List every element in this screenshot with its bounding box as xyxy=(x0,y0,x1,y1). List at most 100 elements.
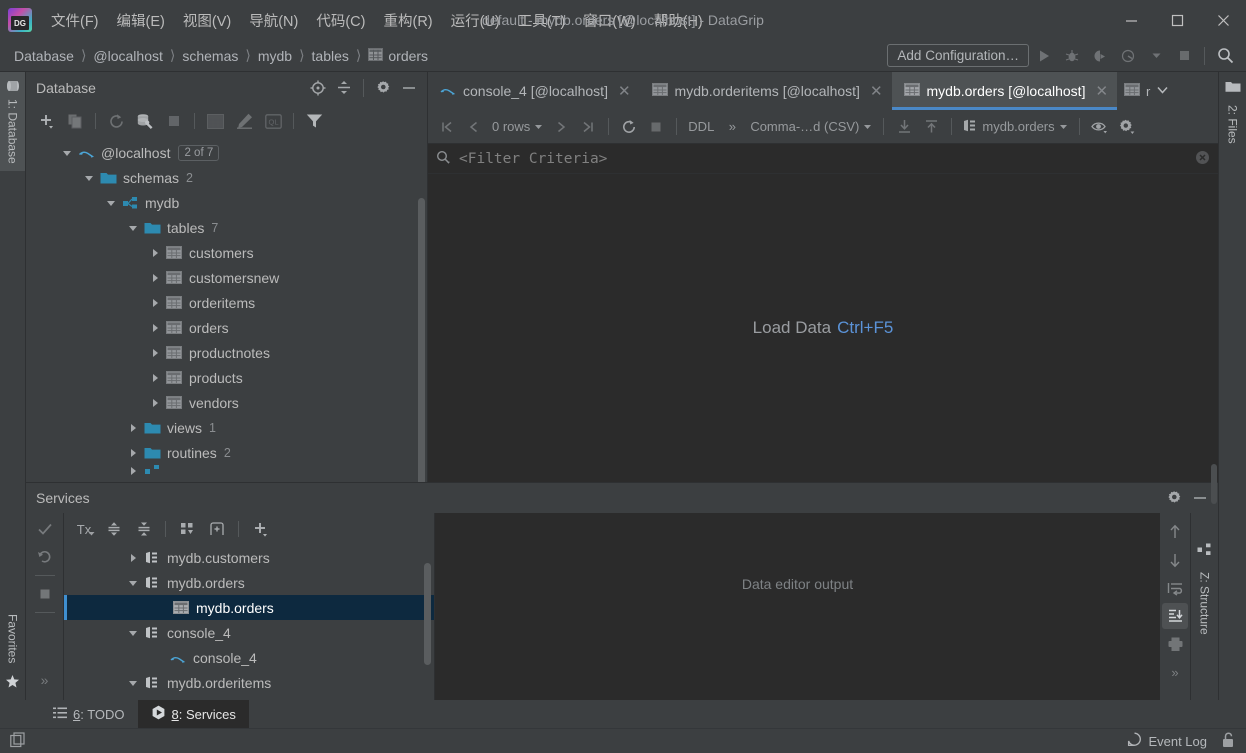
rollback-icon[interactable] xyxy=(30,543,60,571)
run-button[interactable] xyxy=(1031,44,1057,68)
chevron-down-icon[interactable] xyxy=(126,576,140,590)
stop-query-button[interactable] xyxy=(160,108,188,134)
breadcrumb-schemas[interactable]: schemas xyxy=(176,47,244,65)
tree-item-customersnew[interactable]: customersnew xyxy=(26,265,427,290)
more-actions-icon[interactable]: » xyxy=(1162,659,1188,685)
tree-item-vendors[interactable]: vendors xyxy=(26,390,427,415)
services-item-console-4-session[interactable]: console_4 xyxy=(64,645,434,670)
tree-item-schemas[interactable]: schemas 2 xyxy=(26,165,427,190)
services-item-mydb-orders[interactable]: mydb.orders xyxy=(64,570,434,595)
copy-datasource-button[interactable] xyxy=(61,108,89,134)
import-data-button[interactable] xyxy=(918,114,944,140)
scroll-from-source-icon[interactable] xyxy=(306,76,330,100)
cancel-query-button[interactable] xyxy=(643,114,669,140)
breadcrumb-mydb[interactable]: mydb xyxy=(252,47,298,65)
tab-console-4[interactable]: console_4 [@localhost] ✕ xyxy=(428,72,640,110)
refresh-button[interactable] xyxy=(102,108,130,134)
tree-item-views[interactable]: views 1 xyxy=(26,415,427,440)
run-with-coverage-button[interactable] xyxy=(1087,44,1113,68)
breadcrumb-database[interactable]: Database xyxy=(8,47,80,65)
status-tab-services[interactable]: 8: Services xyxy=(137,700,249,728)
chevron-right-icon[interactable] xyxy=(148,371,162,385)
chevron-right-icon[interactable] xyxy=(148,321,162,335)
sidebar-tab-database[interactable]: 1: Database xyxy=(0,72,25,171)
chevron-right-icon[interactable] xyxy=(148,271,162,285)
reload-page-button[interactable] xyxy=(616,114,642,140)
datasource-properties-button[interactable] xyxy=(131,108,159,134)
clear-filter-icon[interactable] xyxy=(1195,150,1210,168)
status-tab-todo[interactable]: 6: TODO xyxy=(40,700,138,728)
chevron-down-icon[interactable] xyxy=(126,626,140,640)
gear-icon[interactable] xyxy=(371,76,395,100)
open-table-editor-button[interactable] xyxy=(201,108,229,134)
breadcrumb-localhost[interactable]: @localhost xyxy=(87,47,168,65)
tree-item-localhost[interactable]: @localhost 2 of 7 xyxy=(26,140,427,165)
menu-item-edit[interactable]: 编辑(E) xyxy=(108,6,174,35)
tree-item-products[interactable]: products xyxy=(26,365,427,390)
toolbar-overflow-button[interactable]: » xyxy=(719,114,745,140)
view-options-button[interactable] xyxy=(1087,114,1113,140)
down-arrow-icon[interactable] xyxy=(1162,547,1188,573)
services-item-mydb-orderitems[interactable]: mydb.orderitems xyxy=(64,670,434,695)
menu-item-tools[interactable]: 工具(T) xyxy=(509,6,575,35)
services-output-panel[interactable]: Data editor output xyxy=(434,513,1160,700)
previous-page-button[interactable] xyxy=(461,114,487,140)
chevron-right-icon[interactable] xyxy=(126,446,140,460)
services-item-mydb-customers[interactable]: mydb.customers xyxy=(64,545,434,570)
chevron-right-icon[interactable] xyxy=(126,421,140,435)
tree-item-orders[interactable]: orders xyxy=(26,315,427,340)
scroll-to-end-icon[interactable] xyxy=(1162,603,1188,629)
up-arrow-icon[interactable] xyxy=(1162,519,1188,545)
lock-icon[interactable] xyxy=(1221,732,1236,751)
close-icon[interactable]: ✕ xyxy=(870,82,883,100)
gear-icon[interactable] xyxy=(1162,486,1186,510)
data-grid-body[interactable]: Load Data Ctrl+F5 xyxy=(428,174,1218,504)
chevron-down-icon[interactable] xyxy=(1143,44,1169,68)
menu-item-help[interactable]: 帮助(H) xyxy=(645,6,712,35)
debug-button[interactable] xyxy=(1059,44,1085,68)
breadcrumb-orders[interactable]: orders xyxy=(362,47,434,65)
tab-overflow[interactable]: r xyxy=(1117,72,1176,110)
filter-bar[interactable]: <Filter Criteria> xyxy=(428,144,1218,174)
modify-object-button[interactable] xyxy=(230,108,258,134)
close-icon[interactable]: ✕ xyxy=(618,82,631,100)
collapse-all-button[interactable] xyxy=(130,516,158,542)
chevron-right-icon[interactable] xyxy=(148,346,162,360)
services-item-console-4[interactable]: console_4 xyxy=(64,620,434,645)
close-button[interactable] xyxy=(1200,0,1246,40)
database-tree-scrollbar[interactable] xyxy=(418,198,425,482)
chevron-down-icon[interactable] xyxy=(104,196,118,210)
row-count-selector[interactable]: 0 rows xyxy=(488,114,547,140)
soft-wrap-icon[interactable] xyxy=(1162,575,1188,601)
expand-rail-icon[interactable]: » xyxy=(30,666,60,694)
chevron-right-icon[interactable] xyxy=(126,465,140,477)
last-page-button[interactable] xyxy=(575,114,601,140)
chevron-down-icon[interactable] xyxy=(82,171,96,185)
filter-input[interactable]: <Filter Criteria> xyxy=(459,151,607,167)
tree-item-customers[interactable]: customers xyxy=(26,240,427,265)
add-configuration-button[interactable]: Add Configuration… xyxy=(887,44,1029,67)
filter-icon[interactable] xyxy=(300,108,328,134)
chevron-down-icon[interactable] xyxy=(1156,83,1169,99)
tree-item-mydb[interactable]: mydb xyxy=(26,190,427,215)
chevron-right-icon[interactable] xyxy=(126,551,140,565)
tree-item-productnotes[interactable]: productnotes xyxy=(26,340,427,365)
transaction-mode-button[interactable]: Tx xyxy=(70,516,98,542)
breadcrumb-tables[interactable]: tables xyxy=(306,47,355,65)
event-log-button[interactable]: Event Log xyxy=(1127,732,1207,750)
sidebar-tab-favorites[interactable]: Favorites xyxy=(1,607,25,670)
expand-all-button[interactable] xyxy=(100,516,128,542)
first-page-button[interactable] xyxy=(434,114,460,140)
chevron-down-icon[interactable] xyxy=(60,146,74,160)
print-icon[interactable] xyxy=(1162,631,1188,657)
chevron-right-icon[interactable] xyxy=(148,296,162,310)
close-icon[interactable]: ✕ xyxy=(1095,82,1108,100)
structure-tab[interactable]: Z: Structure xyxy=(1193,565,1217,642)
commit-icon[interactable] xyxy=(30,515,60,543)
grid-settings-button[interactable] xyxy=(1114,114,1140,140)
menu-item-refactor[interactable]: 重构(R) xyxy=(374,6,441,35)
minimize-button[interactable] xyxy=(1108,0,1154,40)
stop-service-icon[interactable] xyxy=(30,580,60,608)
tree-item-orderitems[interactable]: orderitems xyxy=(26,290,427,315)
next-page-button[interactable] xyxy=(548,114,574,140)
